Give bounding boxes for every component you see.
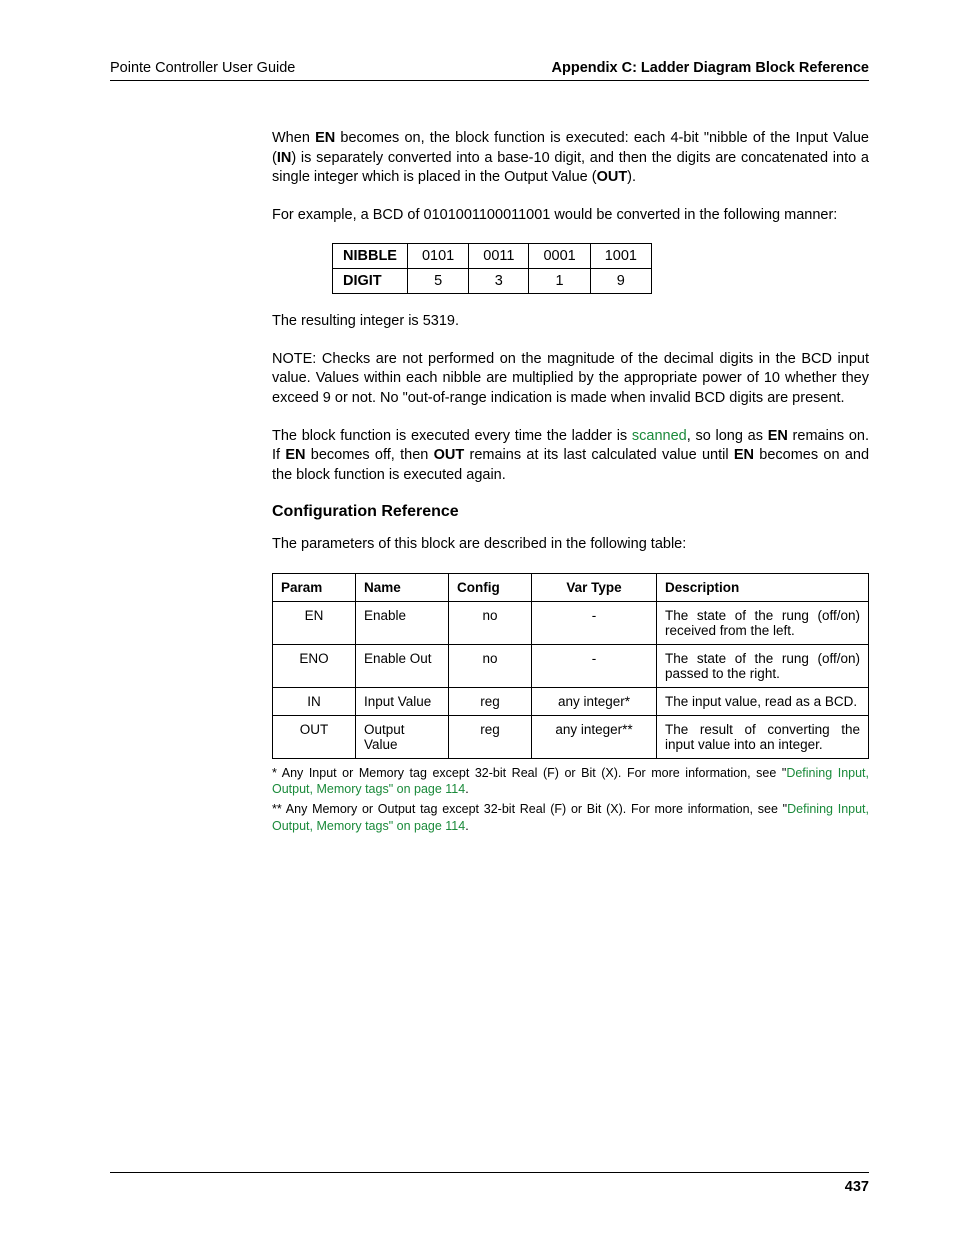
- cell: -: [532, 644, 657, 687]
- cell: Enable: [356, 601, 449, 644]
- cell: The result of converting the input value…: [657, 715, 869, 758]
- cell: ENO: [273, 644, 356, 687]
- bold-en: EN: [768, 428, 788, 444]
- col-header: Name: [356, 573, 449, 601]
- nibble-table: NIBBLE 0101 0011 0001 1001 DIGIT 5 3 1 9: [332, 243, 652, 294]
- cell: any integer**: [532, 715, 657, 758]
- paragraph-6: The parameters of this block are describ…: [272, 535, 869, 555]
- cell: 5: [407, 269, 468, 294]
- text: remains at its last calculated value unt…: [464, 447, 734, 463]
- cell: reg: [449, 715, 532, 758]
- cell: 0001: [529, 244, 590, 269]
- page-header: Pointe Controller User Guide Appendix C:…: [110, 60, 869, 81]
- header-right: Appendix C: Ladder Diagram Block Referen…: [552, 60, 869, 76]
- col-header: Param: [273, 573, 356, 601]
- page-content: When EN becomes on, the block function i…: [272, 129, 869, 1172]
- text: .: [465, 819, 468, 833]
- text: * Any Input or Memory tag except 32-bit …: [272, 766, 786, 780]
- cell: Output Value: [356, 715, 449, 758]
- text: becomes off, then: [306, 447, 434, 463]
- page-number: 437: [845, 1179, 869, 1195]
- cell: Input Value: [356, 687, 449, 715]
- bold-en: EN: [734, 447, 754, 463]
- footnote-1: * Any Input or Memory tag except 32-bit …: [272, 765, 869, 798]
- link-scanned[interactable]: scanned: [632, 428, 687, 444]
- col-header: Description: [657, 573, 869, 601]
- cell: -: [532, 601, 657, 644]
- bold-in: IN: [277, 150, 292, 166]
- bold-out: OUT: [434, 447, 465, 463]
- col-header: Var Type: [532, 573, 657, 601]
- cell: any integer*: [532, 687, 657, 715]
- cell: 3: [469, 269, 529, 294]
- cell: EN: [273, 601, 356, 644]
- cell: 9: [590, 269, 651, 294]
- cell: Enable Out: [356, 644, 449, 687]
- footnote-2: ** Any Memory or Output tag except 32-bi…: [272, 801, 869, 834]
- text: ).: [627, 169, 636, 185]
- cell: IN: [273, 687, 356, 715]
- cell: 0011: [469, 244, 529, 269]
- paragraph-5: The block function is executed every tim…: [272, 427, 869, 486]
- cell: 1001: [590, 244, 651, 269]
- table-row: EN Enable no - The state of the rung (of…: [273, 601, 869, 644]
- cell: OUT: [273, 715, 356, 758]
- cell: The input value, read as a BCD.: [657, 687, 869, 715]
- paragraph-3: The resulting integer is 5319.: [272, 312, 869, 332]
- cell: no: [449, 601, 532, 644]
- paragraph-2: For example, a BCD of 0101001100011001 w…: [272, 206, 869, 226]
- text: ) is separately converted into a base-10…: [272, 150, 869, 186]
- table-row: NIBBLE 0101 0011 0001 1001: [333, 244, 652, 269]
- document-page: Pointe Controller User Guide Appendix C:…: [0, 0, 954, 1235]
- cell: reg: [449, 687, 532, 715]
- bold-en: EN: [285, 447, 305, 463]
- cell: 0101: [407, 244, 468, 269]
- cell: 1: [529, 269, 590, 294]
- header-left: Pointe Controller User Guide: [110, 60, 295, 76]
- cell: The state of the rung (off/on) received …: [657, 601, 869, 644]
- text: ** Any Memory or Output tag except 32-bi…: [272, 802, 787, 816]
- cell: no: [449, 644, 532, 687]
- table-row: IN Input Value reg any integer* The inpu…: [273, 687, 869, 715]
- params-table: Param Name Config Var Type Description E…: [272, 573, 869, 759]
- text: , so long as: [687, 428, 768, 444]
- cell: The state of the rung (off/on) passed to…: [657, 644, 869, 687]
- text: When: [272, 130, 315, 146]
- table-row: OUT Output Value reg any integer** The r…: [273, 715, 869, 758]
- col-header: Config: [449, 573, 532, 601]
- table-row: DIGIT 5 3 1 9: [333, 269, 652, 294]
- table-row: ENO Enable Out no - The state of the run…: [273, 644, 869, 687]
- text: The block function is executed every tim…: [272, 428, 632, 444]
- row-label: DIGIT: [333, 269, 408, 294]
- bold-en: EN: [315, 130, 335, 146]
- page-footer: 437: [110, 1172, 869, 1195]
- bold-out: OUT: [597, 169, 628, 185]
- paragraph-note: NOTE: Checks are not performed on the ma…: [272, 350, 869, 409]
- section-heading: Configuration Reference: [272, 503, 869, 521]
- paragraph-1: When EN becomes on, the block function i…: [272, 129, 869, 188]
- table-header-row: Param Name Config Var Type Description: [273, 573, 869, 601]
- row-label: NIBBLE: [333, 244, 408, 269]
- text: .: [465, 782, 468, 796]
